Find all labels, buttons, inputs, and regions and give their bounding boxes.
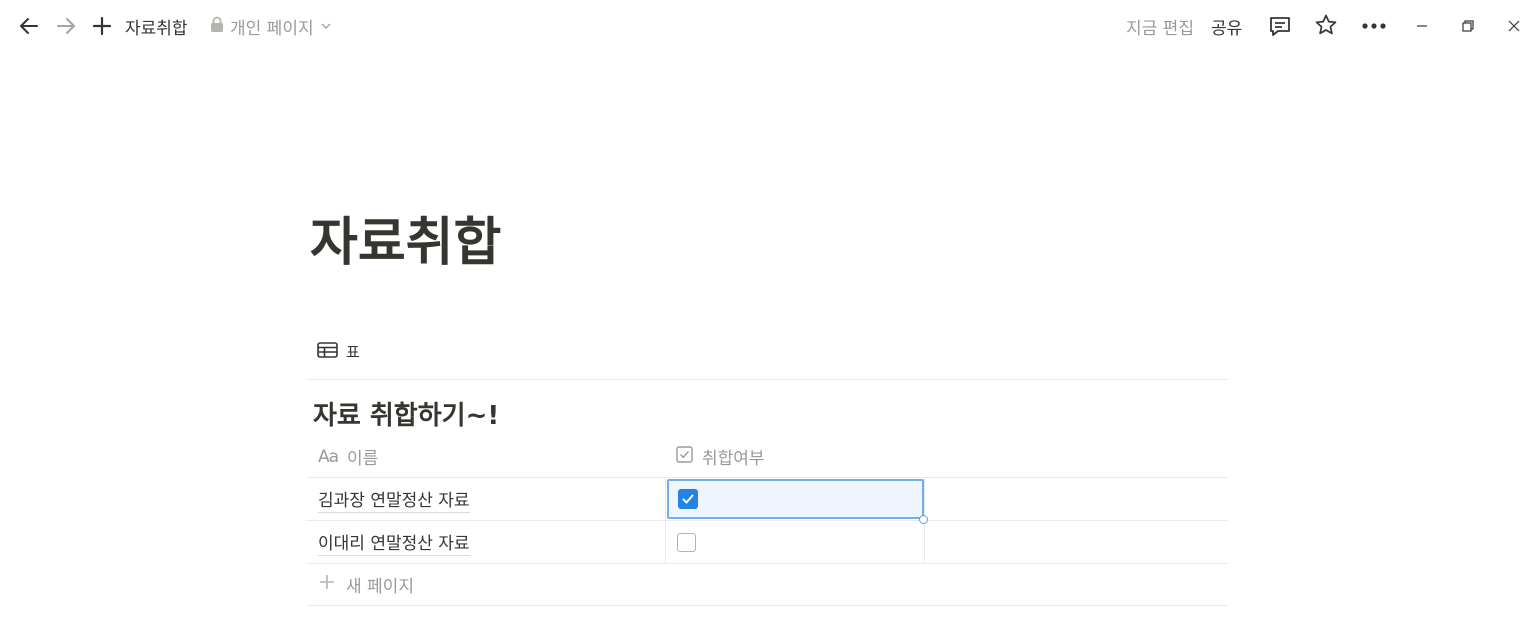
share-button[interactable]: 공유 bbox=[1211, 14, 1242, 39]
privacy-dropdown[interactable]: 개인 페이지 bbox=[210, 14, 332, 39]
text-type-icon: Aa bbox=[318, 446, 339, 467]
column-header-name[interactable]: Aa 이름 bbox=[307, 436, 665, 477]
table-header-row: Aa 이름 취합여부 bbox=[307, 436, 1228, 478]
view-tab-table[interactable]: 표 bbox=[317, 341, 360, 362]
new-page-label: 새 페이지 bbox=[346, 576, 414, 597]
back-arrow-icon[interactable] bbox=[17, 14, 41, 38]
row-name-cell[interactable]: 이대리 연말정산 자료 bbox=[307, 521, 665, 563]
checkbox-checked[interactable] bbox=[678, 489, 698, 509]
cell-drag-handle[interactable] bbox=[919, 515, 928, 524]
forward-arrow-icon[interactable] bbox=[54, 14, 78, 38]
column-header-checkbox[interactable]: 취합여부 bbox=[665, 436, 925, 477]
close-window-icon[interactable] bbox=[1502, 14, 1526, 38]
view-divider bbox=[307, 379, 1228, 380]
top-bar: 자료취합 개인 페이지 지금 편집 공유 bbox=[0, 0, 1533, 52]
star-icon[interactable] bbox=[1314, 13, 1338, 37]
checkbox-unchecked[interactable] bbox=[677, 532, 696, 552]
comment-icon[interactable] bbox=[1268, 14, 1292, 38]
lock-icon bbox=[210, 16, 224, 38]
row-name-cell[interactable]: 김과장 연말정산 자료 bbox=[307, 478, 665, 520]
view-tab-label: 표 bbox=[346, 343, 360, 361]
edited-status: 지금 편집 bbox=[1126, 19, 1194, 39]
breadcrumb-page[interactable]: 자료취합 bbox=[125, 14, 188, 39]
table-row[interactable]: 이대리 연말정산 자료 bbox=[307, 521, 1228, 564]
minimize-icon[interactable] bbox=[1410, 14, 1434, 38]
row-name[interactable]: 김과장 연말정산 자료 bbox=[318, 486, 470, 513]
checkbox-type-icon bbox=[676, 445, 693, 468]
database-title[interactable]: 자료 취합하기~! bbox=[313, 395, 499, 432]
page-title[interactable]: 자료취합 bbox=[310, 200, 501, 275]
privacy-label: 개인 페이지 bbox=[230, 19, 314, 39]
column-header-label: 이름 bbox=[347, 449, 379, 469]
new-page-button[interactable]: 새 페이지 bbox=[307, 563, 1228, 606]
table-icon bbox=[317, 341, 338, 362]
column-header-label: 취합여부 bbox=[702, 449, 765, 469]
restore-window-icon[interactable] bbox=[1456, 14, 1480, 38]
selected-cell-highlight[interactable] bbox=[667, 479, 924, 519]
row-name[interactable]: 이대리 연말정산 자료 bbox=[318, 529, 470, 556]
more-options-icon[interactable] bbox=[1361, 14, 1387, 38]
row-checkbox-cell[interactable] bbox=[665, 521, 925, 563]
add-page-icon[interactable] bbox=[90, 14, 114, 38]
plus-icon bbox=[318, 573, 336, 596]
chevron-down-icon bbox=[320, 17, 332, 37]
